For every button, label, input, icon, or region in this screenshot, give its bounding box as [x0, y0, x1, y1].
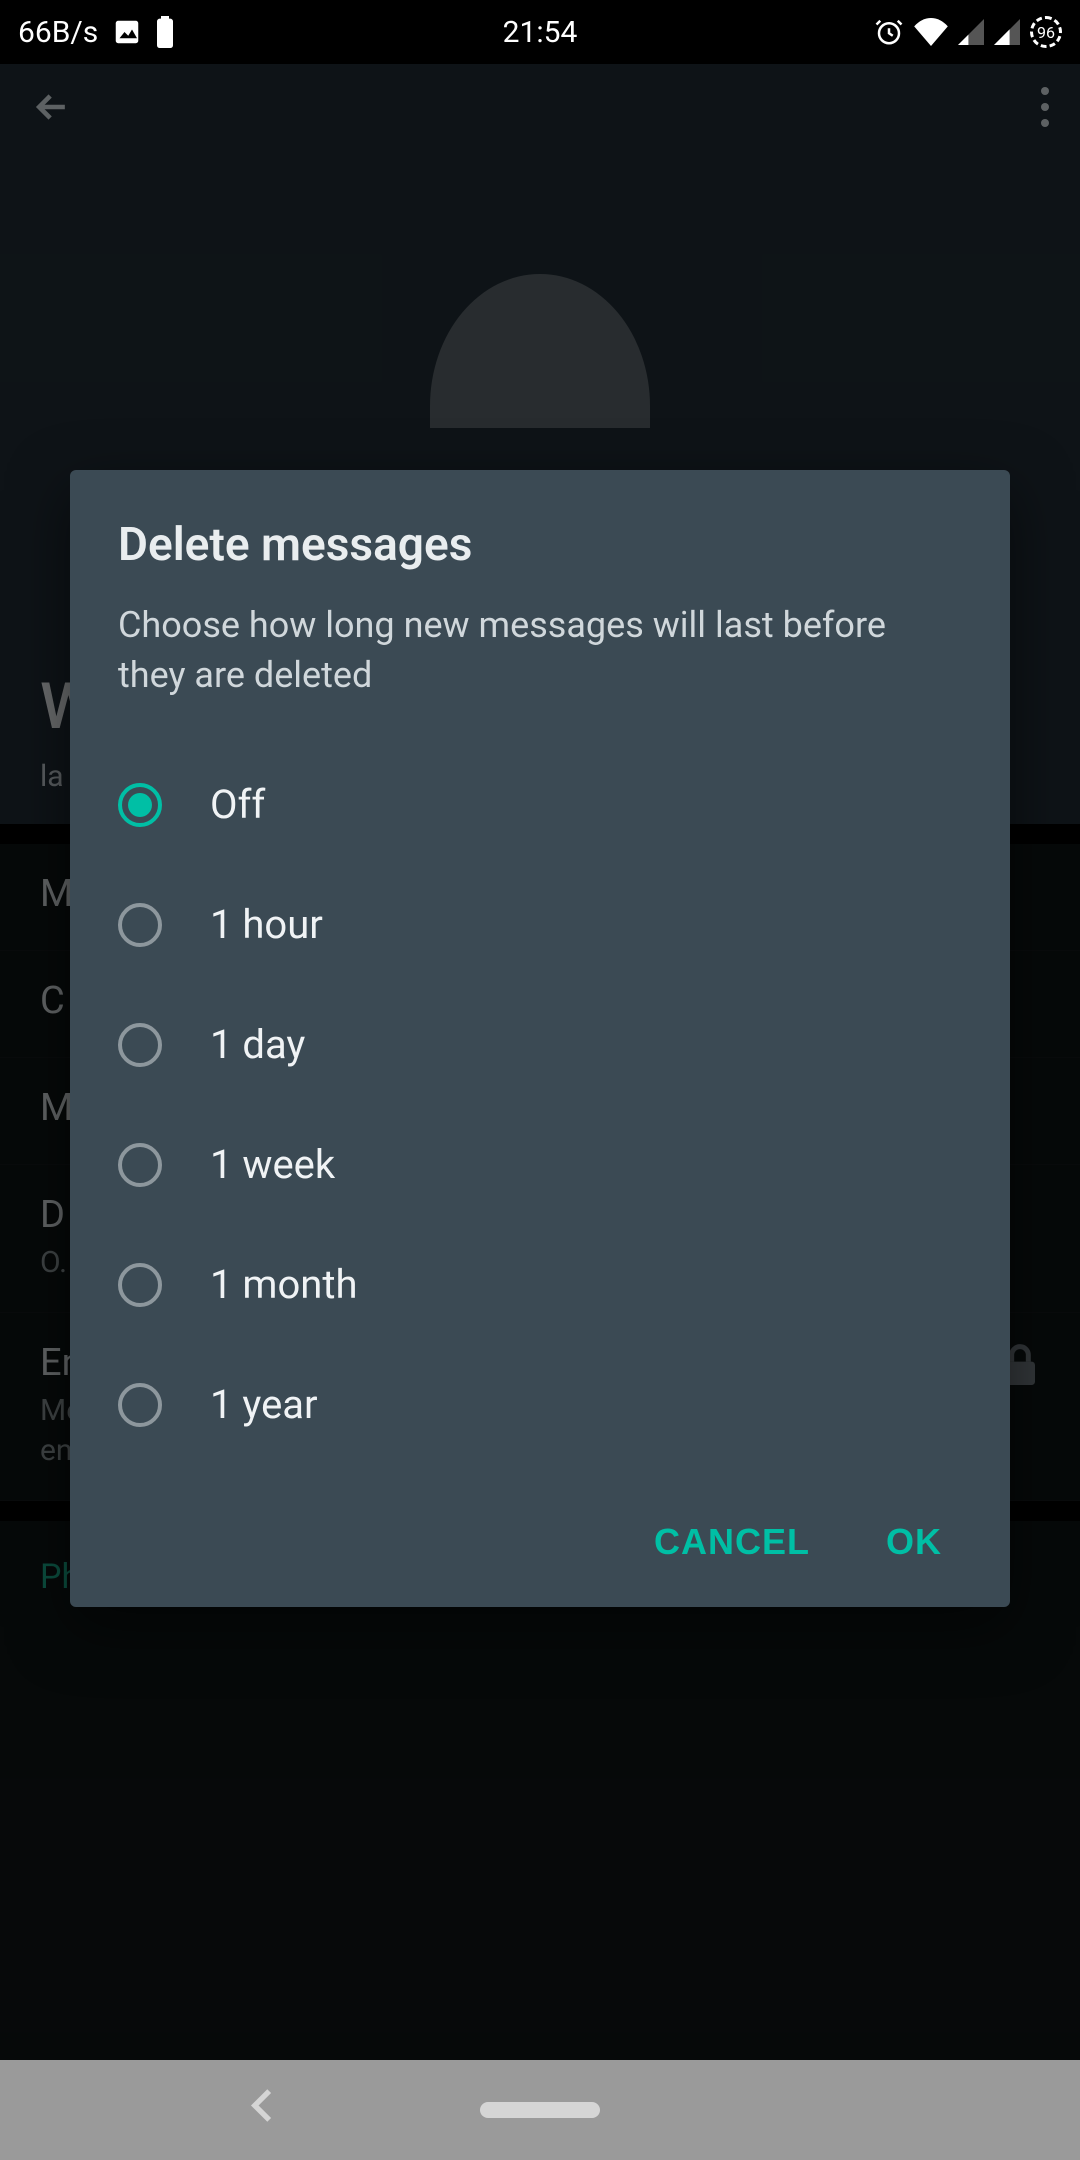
radio-icon — [118, 1263, 162, 1307]
battery-icon — [156, 16, 174, 48]
ok-button[interactable]: OK — [878, 1501, 950, 1583]
radio-icon — [118, 1023, 162, 1067]
radio-icon — [118, 1383, 162, 1427]
radio-label: 1 day — [210, 1021, 305, 1068]
dialog-actions: CANCEL OK — [118, 1501, 962, 1583]
radio-label: 1 month — [210, 1261, 358, 1308]
delete-messages-dialog: Delete messages Choose how long new mess… — [70, 470, 1010, 1607]
data-saver-icon: 96 — [1030, 16, 1062, 48]
net-speed-label: 66B/s — [18, 15, 98, 50]
radio-option-1-hour[interactable]: 1 hour — [118, 865, 962, 985]
cancel-button[interactable]: CANCEL — [646, 1501, 818, 1583]
dialog-description: Choose how long new messages will last b… — [118, 600, 962, 701]
radio-icon — [118, 783, 162, 827]
radio-option-1-year[interactable]: 1 year — [118, 1345, 962, 1465]
status-bar: 66B/s 21:54 96 — [0, 0, 1080, 64]
radio-icon — [118, 903, 162, 947]
android-nav-bar — [0, 2060, 1080, 2160]
wifi-icon — [914, 18, 948, 46]
radio-label: 1 week — [210, 1141, 335, 1188]
nav-home-pill[interactable] — [480, 2102, 600, 2118]
radio-label: Off — [210, 781, 265, 828]
radio-option-1-week[interactable]: 1 week — [118, 1105, 962, 1225]
photo-icon — [112, 17, 142, 47]
signal-2-icon — [994, 19, 1020, 45]
status-left: 66B/s — [18, 15, 174, 50]
radio-label: 1 year — [210, 1381, 318, 1428]
dialog-title: Delete messages — [118, 518, 962, 572]
radio-option-1-month[interactable]: 1 month — [118, 1225, 962, 1345]
radio-icon — [118, 1143, 162, 1187]
alarm-icon — [874, 17, 904, 47]
radio-label: 1 hour — [210, 901, 323, 948]
radio-option-1-day[interactable]: 1 day — [118, 985, 962, 1105]
signal-1-icon — [958, 19, 984, 45]
status-right: 96 — [874, 16, 1062, 48]
duration-radio-group: Off 1 hour 1 day 1 week 1 month 1 year — [118, 745, 962, 1465]
radio-option-off[interactable]: Off — [118, 745, 962, 865]
nav-back-icon[interactable] — [250, 2088, 274, 2133]
